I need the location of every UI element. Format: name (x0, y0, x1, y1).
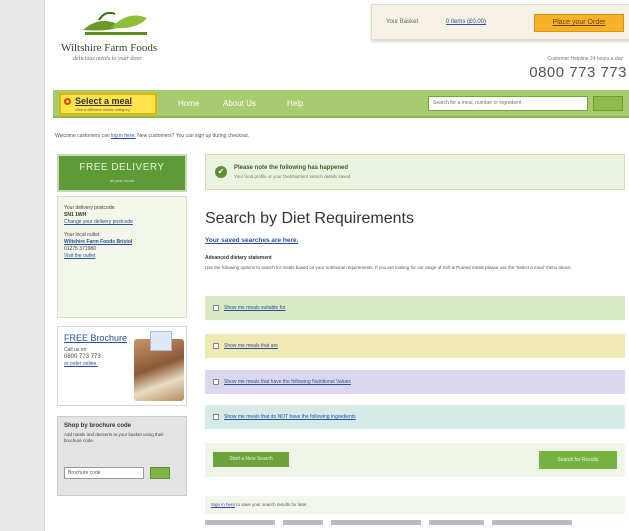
start-new-search-button[interactable]: Start a New Search (213, 452, 289, 467)
search-results-button[interactable]: Search for Results (539, 451, 617, 469)
option-label[interactable]: Show me meals suitable for (224, 305, 285, 311)
alert-title: Please note the following has happened (234, 165, 349, 171)
page: Wiltshire Farm Foods delicious meals to … (44, 0, 629, 531)
shop-code-title: Shop by brochure code (64, 423, 132, 429)
checkbox[interactable] (213, 379, 219, 385)
alert-subtitle: Your food profile or your Diet/Nutrient … (234, 174, 351, 179)
free-delivery-banner[interactable]: FREE DELIVERY all year round (57, 154, 187, 192)
outlet-phone: 01275 371980 (64, 246, 96, 252)
brochure-code-input[interactable]: Brochure code (64, 467, 144, 479)
checkbox[interactable] (213, 414, 219, 420)
brochure-code-go-button[interactable] (150, 467, 170, 479)
brochure-panel: FREE Brochure Call us on 0800 773 773 or… (57, 326, 187, 406)
welcome-before: Welcome customers can (55, 133, 110, 139)
target-icon (64, 98, 71, 105)
helpline-phone: 0800 773 773 (529, 64, 627, 81)
option-label[interactable]: Show me meals that do NOT have the follo… (224, 414, 356, 420)
basket-panel: Your Basket 0 items (£0.00) Place your O… (371, 4, 629, 40)
logo[interactable]: Wiltshire Farm Foods delicious meals to … (61, 8, 191, 70)
nav-help[interactable]: Help (287, 99, 303, 108)
delivery-info: Your delivery postcode: SN1 1WH Change y… (57, 196, 187, 318)
basket-label: Your Basket (386, 19, 419, 25)
nav-about-us[interactable]: About Us (223, 99, 256, 108)
welcome-text: Welcome customers can log in here. New c… (55, 133, 249, 139)
sign-in-link[interactable]: Sign in here (211, 502, 235, 507)
basket-items-link[interactable]: 0 items (£0.00) (446, 19, 486, 25)
option-meals-that-are[interactable]: Show me meals that are (205, 334, 625, 358)
option-label[interactable]: Show me meals that have the following Nu… (224, 379, 351, 385)
save-search-text: to save your search results for later. (236, 502, 308, 507)
search-button[interactable] (593, 96, 623, 111)
checkbox[interactable] (213, 343, 219, 349)
change-postcode-link[interactable]: Change your delivery postcode (64, 219, 133, 225)
postcode-label: Your delivery postcode: (64, 205, 116, 211)
helpline-label: Customer Helpline 24 hours a day (547, 56, 623, 62)
option-nutritional-values[interactable]: Show me meals that have the following Nu… (205, 370, 625, 394)
footer-text (205, 520, 625, 531)
postcode-value: SN1 1WH (64, 212, 87, 218)
main-nav: Select a meal click a different meals ca… (53, 90, 629, 118)
search-input[interactable]: Search for a meal, number or ingredient (428, 96, 588, 111)
page-title: Search by Diet Requirements (205, 210, 414, 227)
logo-tagline: delicious meals to your door (73, 56, 142, 62)
select-meal-title: Select a meal (75, 96, 133, 106)
select-meal-button[interactable]: Select a meal click a different meals ca… (59, 93, 157, 115)
free-delivery-subtitle: all year round (109, 178, 135, 183)
save-search-bar: Sign in here to save your search results… (205, 496, 625, 514)
order-online-link[interactable]: or order online. (64, 361, 98, 367)
brochure-title-link[interactable]: FREE Brochure (64, 333, 127, 343)
place-order-button[interactable]: Place your Order (534, 14, 624, 32)
checkbox[interactable] (213, 305, 219, 311)
logo-name: Wiltshire Farm Foods (61, 42, 158, 54)
shop-code-description: Add meals and desserts to your basket us… (64, 432, 164, 443)
option-exclude-ingredients[interactable]: Show me meals that do NOT have the follo… (205, 405, 625, 429)
outlet-label: Your local outlet: (64, 232, 101, 238)
section-subheading: Advanced dietary statement (205, 255, 272, 261)
alert-message: ✔ Please note the following has happened… (205, 154, 625, 190)
farm-logo-icon (83, 11, 147, 35)
shop-by-code-panel: Shop by brochure code Add meals and dess… (57, 416, 187, 496)
option-suitable-for[interactable]: Show me meals suitable for (205, 296, 625, 320)
visit-outlet-link[interactable]: Visit the outlet (64, 253, 95, 259)
action-bar: Start a New Search Search for Results (205, 443, 625, 477)
brochure-cover-image (150, 331, 172, 351)
section-description: Use the following options to search for … (205, 265, 572, 270)
nav-home[interactable]: Home (178, 99, 199, 108)
saved-searches-link[interactable]: Your saved searches are here. (205, 237, 298, 244)
free-delivery-title: FREE DELIVERY (79, 162, 165, 173)
option-label[interactable]: Show me meals that are (224, 343, 278, 349)
welcome-after: New customers? You can sign up during ch… (137, 133, 250, 139)
login-link[interactable]: log in here. (111, 133, 136, 139)
check-icon: ✔ (215, 166, 227, 178)
outlet-name-link[interactable]: Wiltshire Farm Foods Bristol (64, 239, 132, 245)
select-meal-subtitle: click a different meals category (75, 107, 130, 112)
